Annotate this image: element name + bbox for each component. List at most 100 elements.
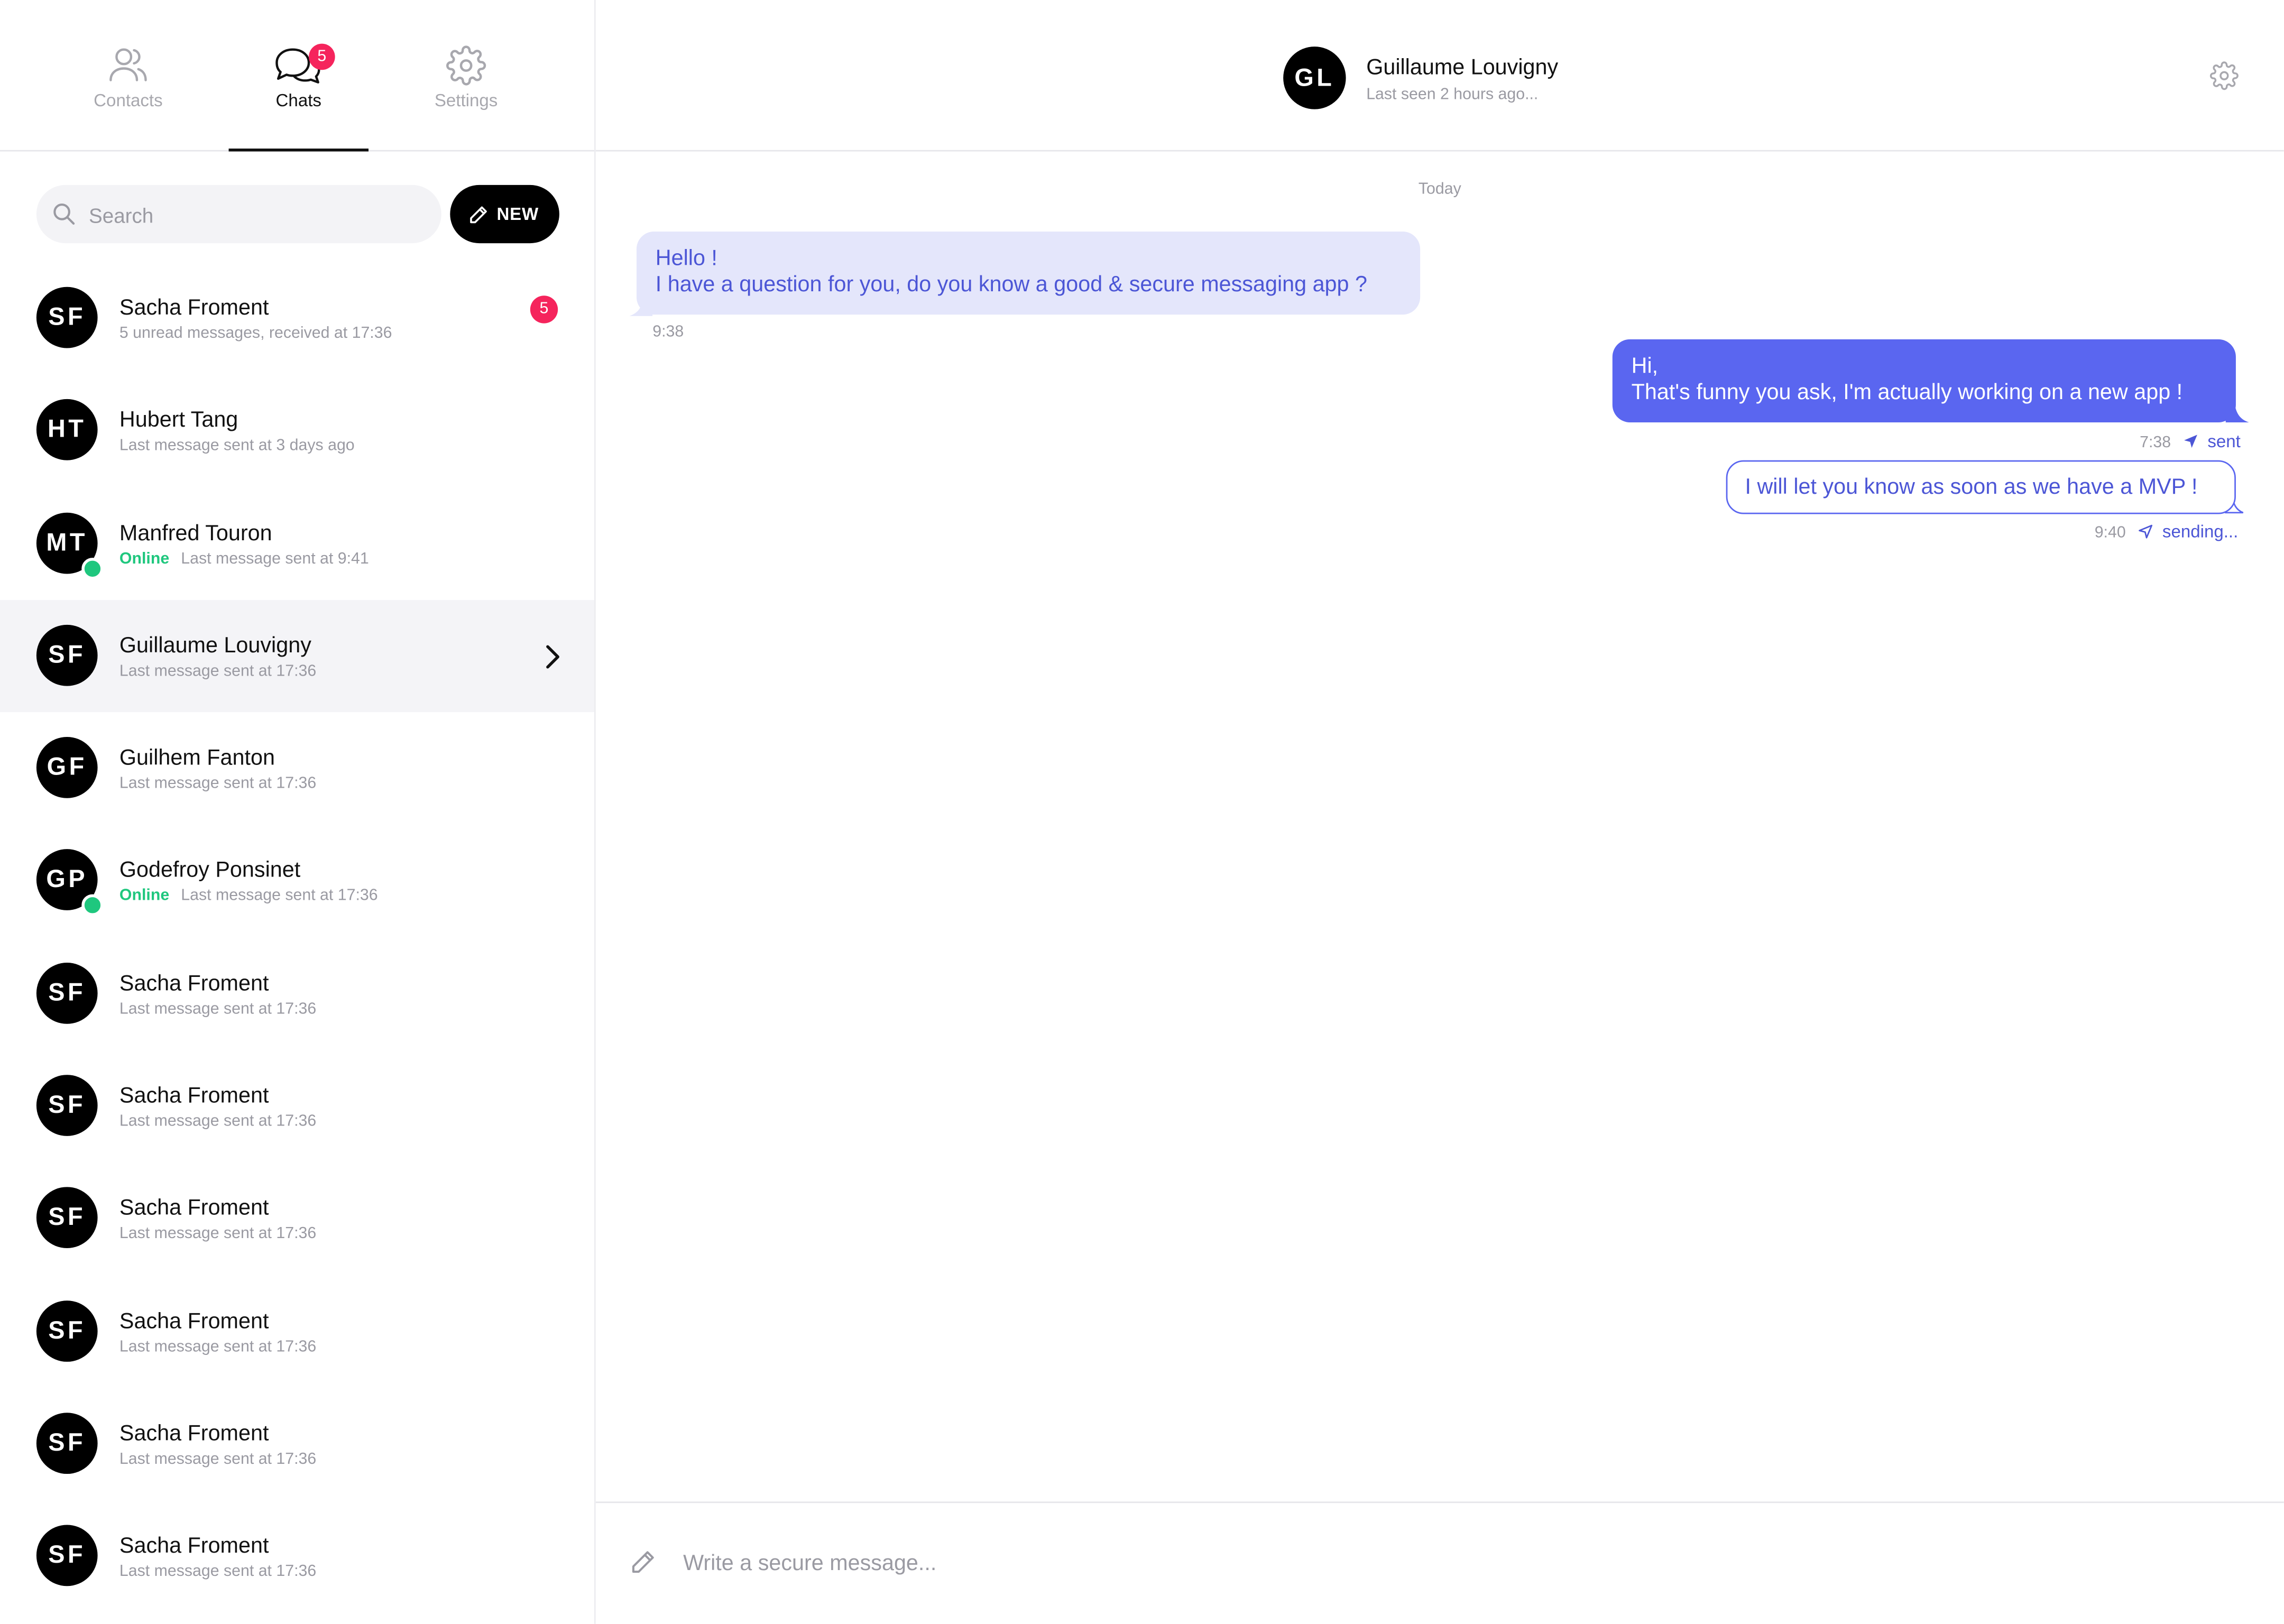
chat-row-selected[interactable]: SF Guillaume Louvigny Last message sent … xyxy=(0,599,595,713)
chat-subtitle-text: Last message sent at 17:36 xyxy=(181,888,378,906)
chat-row[interactable]: SF Sacha Froment Last message sent at 17… xyxy=(0,1163,594,1276)
users-icon xyxy=(109,48,147,81)
top-navigation: Contacts 5 Chats Settings xyxy=(0,0,595,152)
contact-last-seen: Last seen 2 hours ago... xyxy=(1366,86,1539,104)
conversation-header: GL Guillaume Louvigny Last seen 2 hours … xyxy=(595,0,2284,152)
chat-name: Sacha Froment xyxy=(119,971,269,996)
chat-row[interactable]: SF Sacha Froment Last message sent at 17… xyxy=(0,1388,594,1500)
message-bubble-outgoing: Hi, That's funny you ask, I'm actually w… xyxy=(1612,339,2236,422)
chat-subtitle: Last message sent at 17:36 xyxy=(119,1451,316,1468)
chat-subtitle: Last message sent at 17:36 xyxy=(119,775,316,792)
tab-chats-label: Chats xyxy=(275,90,321,111)
chat-name: Godefroy Ponsinet xyxy=(119,859,301,883)
message-time: 9:40 xyxy=(2094,524,2126,542)
chat-name: Sacha Froment xyxy=(119,296,269,321)
chat-subtitle-text: Last message sent at 17:36 xyxy=(119,1450,317,1468)
message-bubble-outgoing-pending: I will let you know as soon as we have a… xyxy=(1726,460,2236,514)
chat-name: Sacha Froment xyxy=(119,1083,269,1109)
chat-subtitle-text: Last message sent at 17:36 xyxy=(119,1337,317,1356)
gear-icon xyxy=(446,45,486,86)
new-chat-button-label: NEW xyxy=(496,204,539,225)
chat-subtitle-text: Last message sent at 17:36 xyxy=(119,1225,317,1243)
message-text: I will let you know as soon as we have a… xyxy=(1745,475,2198,500)
chat-name: Guillaume Louvigny xyxy=(119,633,311,658)
chat-subtitle-text: 5 unread messages, received at 17:36 xyxy=(119,325,392,343)
online-label: Online xyxy=(119,550,170,568)
send-icon xyxy=(2185,435,2198,448)
unread-badge: 5 xyxy=(530,296,558,324)
chat-row[interactable]: SF Sacha Froment Last message sent at 17… xyxy=(0,1050,594,1163)
chat-subtitle: Last message sent at 17:36 xyxy=(119,1563,316,1581)
chat-row[interactable]: SF Sacha Froment 5 unread messages, rece… xyxy=(0,262,594,375)
new-chat-button[interactable]: NEW xyxy=(450,184,559,244)
message-time: 9:38 xyxy=(652,323,684,341)
chats-unread-badge: 5 xyxy=(309,43,335,70)
chat-row[interactable]: HT Hubert Tang Last message sent at 3 da… xyxy=(0,375,594,487)
message-text: That's funny you ask, I'm actually worki… xyxy=(1631,380,2183,405)
chat-subtitle: Last message sent at 17:36 xyxy=(119,1000,316,1018)
message-meta: 9:40 sending... xyxy=(2095,521,2239,542)
chat-name: Sacha Froment xyxy=(119,1421,269,1446)
contact-avatar: GL xyxy=(1283,47,1346,109)
chat-list: SF Sacha Froment 5 unread messages, rece… xyxy=(0,262,595,1613)
pencil-icon xyxy=(470,206,487,224)
day-separator: Today xyxy=(1418,180,1461,198)
tab-contacts-label: Contacts xyxy=(94,90,163,111)
chat-name: Sacha Froment xyxy=(119,1308,269,1334)
avatar: SF xyxy=(36,624,98,686)
chat-subtitle: 5 unread messages, received at 17:36 xyxy=(119,325,392,342)
avatar: GF xyxy=(36,737,98,799)
chat-subtitle-text: Last message sent at 17:36 xyxy=(119,1113,317,1131)
tab-settings-label: Settings xyxy=(434,90,498,111)
search-box xyxy=(36,184,441,246)
message-text: I have a question for you, do you know a… xyxy=(655,272,1367,298)
chat-subtitle-text: Last message sent at 17:36 xyxy=(119,662,317,680)
search-icon xyxy=(53,204,75,225)
avatar: SF xyxy=(36,962,98,1024)
avatar: SF xyxy=(36,1413,98,1474)
chat-row[interactable]: SF Sacha Froment Last message sent at 17… xyxy=(0,1500,594,1613)
sidebar: Contacts 5 Chats Settings Search NEW SF … xyxy=(0,0,596,1624)
chat-subtitle: Last message sent at 17:36 xyxy=(119,1338,316,1355)
message-text: Hi, xyxy=(1631,354,1659,379)
message-status: sent xyxy=(2207,431,2241,452)
online-label: Online xyxy=(119,888,170,906)
send-icon xyxy=(2139,524,2153,539)
chat-name: Manfred Touron xyxy=(119,521,272,546)
chat-subtitle-text: Last message sent at 3 days ago xyxy=(119,437,355,455)
chat-subtitle: Last message sent at 17:36 xyxy=(119,662,316,680)
chat-name: Hubert Tang xyxy=(119,408,238,433)
contact-name: Guillaume Louvigny xyxy=(1366,55,1559,80)
online-indicator xyxy=(81,557,104,579)
avatar: SF xyxy=(36,1525,98,1586)
message-meta: 7:38 sent xyxy=(2140,431,2241,451)
tab-chats[interactable]: 5 Chats xyxy=(228,0,369,152)
online-indicator xyxy=(81,894,104,917)
gear-icon[interactable] xyxy=(2209,61,2239,90)
tab-contacts[interactable]: Contacts xyxy=(58,0,198,150)
chat-subtitle-text: Last message sent at 17:36 xyxy=(119,1563,317,1581)
chat-name: Sacha Froment xyxy=(119,1534,269,1559)
chat-subtitle: Last message sent at 3 days ago xyxy=(119,437,355,455)
search-input[interactable] xyxy=(86,184,427,246)
chat-subtitle-text: Last message sent at 17:36 xyxy=(119,775,317,793)
avatar: HT xyxy=(36,399,98,461)
chat-subtitle: Online Last message sent at 9:41 xyxy=(119,550,369,567)
message-input[interactable] xyxy=(680,1532,2230,1593)
chat-name: Sacha Froment xyxy=(119,1196,269,1221)
chat-row[interactable]: GP Godefroy Ponsinet Online Last message … xyxy=(0,825,594,938)
avatar: SF xyxy=(36,287,98,348)
tab-settings[interactable]: Settings xyxy=(396,0,536,150)
chat-row[interactable]: GF Guilhem Fanton Last message sent at 1… xyxy=(0,713,594,825)
chat-row[interactable]: MT Manfred Touron Online Last message sen… xyxy=(0,487,594,600)
message-time: 7:38 xyxy=(2140,433,2171,452)
chat-subtitle: Last message sent at 17:36 xyxy=(119,1113,316,1130)
message-composer xyxy=(595,1501,2284,1624)
chat-row[interactable]: SF Sacha Froment Last message sent at 17… xyxy=(0,938,594,1050)
chevron-right-icon xyxy=(546,645,559,669)
chat-row[interactable]: SF Sacha Froment Last message sent at 17… xyxy=(0,1275,594,1388)
chat-subtitle: Last message sent at 17:36 xyxy=(119,1225,316,1243)
chat-subtitle-text: Last message sent at 17:36 xyxy=(119,1000,317,1018)
chat-subtitle: Online Last message sent at 17:36 xyxy=(119,888,378,905)
message-text: Hello ! xyxy=(655,246,717,271)
